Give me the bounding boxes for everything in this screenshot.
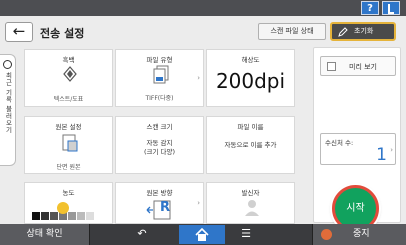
- system-top-bar: ?: [0, 0, 406, 16]
- original-settings-card[interactable]: 원본 설정 단면 원본: [24, 116, 113, 174]
- status-check-button[interactable]: 상태 확인: [0, 224, 90, 245]
- original-settings-value: 단면 원본: [56, 164, 81, 171]
- file-type-label: 파일 유형: [146, 56, 173, 64]
- energy-saver-icon[interactable]: [382, 1, 400, 15]
- person-icon: [245, 200, 259, 216]
- system-bottom-bar: 상태 확인 ↶ ☰ 중지: [0, 224, 406, 245]
- undo-back-icon[interactable]: ↶: [132, 227, 152, 242]
- orientation-label: 원본 방향: [146, 189, 173, 197]
- scan-file-status-button[interactable]: 스캔 파일 상태: [258, 23, 326, 40]
- sender-card[interactable]: 발신자: [206, 182, 295, 224]
- recent-history-label: 최근 기록 불러오기: [4, 72, 12, 134]
- scan-size-value-1: 자동 감지: [146, 139, 173, 147]
- recipients-count-button[interactable]: 수신처 수: 1 ›: [320, 133, 396, 165]
- resolution-label: 해상도: [241, 56, 260, 64]
- arrow-left-icon: ←: [12, 22, 26, 40]
- original-settings-label: 원본 설정: [55, 123, 82, 131]
- resolution-card[interactable]: 해상도 200dpi: [206, 49, 295, 107]
- back-button[interactable]: ←: [5, 22, 33, 42]
- chevron-right-icon: ›: [197, 74, 200, 82]
- preview-label: 미리 보기: [349, 63, 377, 71]
- file-name-label: 파일 이름: [237, 123, 264, 131]
- file-type-card[interactable]: 파일 유형 TIFF(다중) ›: [115, 49, 204, 107]
- chevron-right-icon: ›: [390, 146, 393, 154]
- single-sided-icon: [62, 134, 78, 152]
- file-name-card[interactable]: 파일 이름 자동으로 이름 추가: [206, 116, 295, 174]
- file-type-value: TIFF(다중): [145, 95, 174, 102]
- density-card[interactable]: 농도: [24, 182, 113, 224]
- scan-size-card[interactable]: 스캔 크기 자동 감지 (크기 다양): [115, 116, 204, 174]
- color-mode-icon: [63, 66, 77, 82]
- right-panel: 미리 보기 수신처 수: 1 › 시작: [313, 47, 401, 232]
- stop-label: 중지: [353, 229, 370, 239]
- scan-size-value-2: (크기 다양): [143, 148, 176, 156]
- color-mode-value: 텍스트/도표: [53, 96, 84, 103]
- home-button[interactable]: [179, 225, 225, 244]
- chevron-right-icon: ›: [197, 199, 200, 207]
- scan-settings-screen: ← 전송 설정 스캔 파일 상태 초기화 최근 기록 불러오기 흑백 텍스트/도…: [0, 16, 406, 232]
- sender-label: 발신자: [241, 189, 260, 197]
- color-mode-label: 흑백: [62, 56, 75, 64]
- stop-icon: [321, 229, 332, 240]
- menu-icon[interactable]: ☰: [236, 227, 256, 242]
- color-mode-card[interactable]: 흑백 텍스트/도표: [24, 49, 113, 107]
- reset-label: 초기화: [354, 27, 374, 35]
- clock-icon: [3, 60, 12, 69]
- home-icon: [195, 228, 209, 241]
- orientation-card[interactable]: 원본 방향 R ›: [115, 182, 204, 224]
- stop-button[interactable]: 중지: [312, 224, 406, 245]
- reset-button[interactable]: 초기화: [330, 22, 396, 41]
- preview-checkbox[interactable]: [327, 62, 336, 71]
- preview-toggle[interactable]: 미리 보기: [320, 56, 396, 76]
- recipients-label: 수신처 수:: [325, 139, 354, 147]
- help-button[interactable]: ?: [361, 1, 379, 15]
- file-stack-icon: [153, 65, 169, 84]
- resolution-value: 200dpi: [215, 69, 286, 93]
- density-scale-icon: [32, 202, 94, 220]
- scan-size-label: 스캔 크기: [146, 123, 173, 131]
- recipients-count: 1: [376, 145, 387, 165]
- page-title: 전송 설정: [40, 27, 85, 40]
- recent-history-tab[interactable]: 최근 기록 불러오기: [0, 54, 16, 166]
- file-name-value: 자동으로 이름 추가: [224, 141, 277, 149]
- density-label: 농도: [62, 189, 75, 197]
- pencil-icon: [338, 27, 348, 37]
- orientation-letter: R: [160, 200, 171, 215]
